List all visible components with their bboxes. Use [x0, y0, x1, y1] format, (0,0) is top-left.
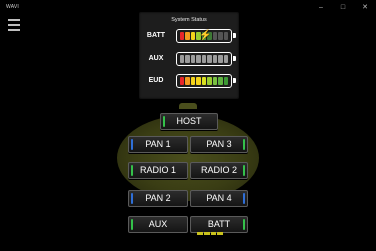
battery-cell	[185, 32, 190, 40]
battery-cell	[190, 55, 196, 63]
batt-mini-segment	[210, 232, 217, 235]
battery-cell	[201, 77, 207, 85]
batt-mini-segment	[217, 232, 223, 235]
close-button[interactable]: ✕	[354, 0, 376, 14]
aux-button-label: AUX	[148, 219, 168, 229]
battery-cell	[212, 32, 218, 40]
battery-cell	[212, 77, 218, 85]
pan4-button[interactable]: PAN 4	[190, 190, 248, 207]
eud-status-label: EUD	[148, 77, 164, 84]
vehicle-diagram-stub	[179, 103, 197, 109]
window-title: WAVI	[6, 4, 20, 10]
battery-cell	[207, 55, 212, 63]
radio2-button-label: RADIO 2	[200, 165, 237, 175]
pan2-status-indicator	[131, 193, 133, 204]
battery-cell	[185, 77, 190, 85]
system-status-panel: System Status BATT ⚡ AUX EUD	[139, 12, 239, 99]
maximize-button[interactable]: □	[332, 0, 354, 14]
battery-cell	[218, 32, 223, 40]
battery-cell	[190, 32, 196, 40]
aux-battery-gauge	[176, 52, 236, 66]
pan1-button[interactable]: PAN 1	[128, 136, 188, 153]
host-status-indicator	[163, 116, 165, 127]
charging-bolt-icon: ⚡	[199, 30, 212, 41]
host-button[interactable]: HOST	[160, 113, 218, 130]
battery-cell	[180, 55, 185, 63]
pan3-status-indicator	[243, 139, 245, 150]
battery-cell	[201, 55, 207, 63]
radio2-button[interactable]: RADIO 2	[190, 162, 248, 179]
minimize-button[interactable]: –	[310, 0, 332, 14]
aux-status-label: AUX	[148, 55, 164, 62]
radio2-status-indicator	[243, 165, 245, 176]
menu-icon[interactable]	[8, 19, 20, 31]
battery-cell	[196, 77, 201, 85]
radio1-status-indicator	[131, 165, 133, 176]
pan1-status-indicator	[131, 139, 133, 150]
window-controls: – □ ✕	[310, 0, 376, 14]
batt-battery-gauge: ⚡	[176, 29, 236, 43]
aux-button[interactable]: AUX	[128, 216, 188, 233]
battery-cell	[207, 77, 212, 85]
radio1-button[interactable]: RADIO 1	[128, 162, 188, 179]
battery-cell	[223, 77, 228, 85]
battery-cell	[180, 77, 185, 85]
eud-battery-gauge	[176, 74, 236, 88]
battery-cell	[190, 77, 196, 85]
pan3-button[interactable]: PAN 3	[190, 136, 248, 153]
aux-status-indicator	[131, 219, 133, 230]
battery-cell	[223, 55, 228, 63]
pan4-button-label: PAN 4	[206, 193, 232, 203]
batt-button-status-indicator	[243, 219, 245, 230]
battery-cell	[196, 55, 201, 63]
batt-status-label: BATT	[146, 32, 166, 39]
pan2-button-label: PAN 2	[145, 193, 171, 203]
batt-mini-segment	[197, 232, 203, 235]
pan3-button-label: PAN 3	[206, 139, 232, 149]
batt-button-label: BATT	[207, 219, 231, 229]
host-button-label: HOST	[176, 116, 202, 126]
batt-status-row: BATT ⚡	[139, 29, 239, 47]
battery-cell	[185, 55, 190, 63]
pan2-button[interactable]: PAN 2	[128, 190, 188, 207]
battery-cell	[180, 32, 185, 40]
pan1-button-label: PAN 1	[145, 139, 171, 149]
eud-status-row: EUD	[139, 74, 239, 92]
battery-cell	[223, 32, 228, 40]
batt-button[interactable]: BATT	[190, 216, 248, 233]
radio1-button-label: RADIO 1	[139, 165, 176, 175]
system-status-title: System Status	[171, 17, 207, 23]
battery-cell	[218, 55, 223, 63]
pan4-status-indicator	[243, 193, 245, 204]
batt-mini-segment	[203, 232, 210, 235]
batt-mini-level	[197, 232, 223, 235]
battery-cell	[212, 55, 218, 63]
aux-status-row: AUX	[139, 52, 239, 70]
battery-cell	[218, 77, 223, 85]
